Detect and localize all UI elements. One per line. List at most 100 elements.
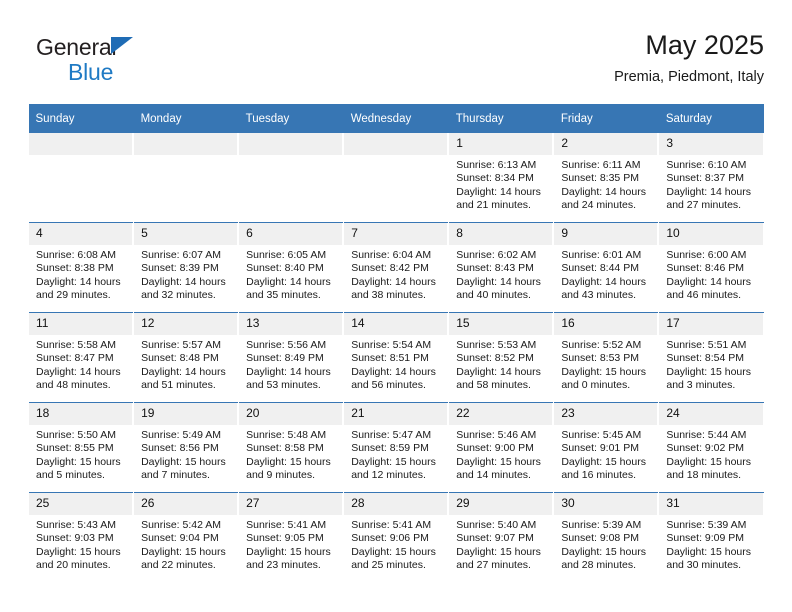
calendar-day-cell[interactable]: 18 Sunrise: 5:50 AM Sunset: 8:55 PM Dayligh… [27,402,134,493]
day-detail-line: Sunrise: 6:02 AM [456,249,537,261]
calendar-day-cell[interactable]: 21 Sunrise: 5:47 AM Sunset: 8:59 PM Dayligh… [343,402,449,493]
calendar-day-cell[interactable]: 4 Sunrise: 6:08 AM Sunset: 8:38 PM Daylight… [27,222,134,313]
calendar-day-cell[interactable]: 7 Sunrise: 6:04 AM Sunset: 8:42 PM Daylight… [343,222,449,313]
day-detail-line: Sunset: 8:37 PM [666,172,745,185]
day-detail-line: Daylight: 14 hours [351,365,436,378]
calendar-day-cell[interactable]: 31 Sunrise: 5:39 AM Sunset: 9:09 PM Dayligh… [658,492,764,582]
day-number: 9 [554,223,659,245]
day-detail-line: and 28 minutes. [561,559,637,572]
calendar-day-cell[interactable]: 22 Sunrise: 5:46 AM Sunset: 9:00 PM Dayligh… [448,402,554,493]
calendar-day-cell[interactable]: 30 Sunrise: 5:39 AM Sunset: 9:08 PM Dayligh… [553,492,659,582]
day-detail-line: Daylight: 15 hours [141,545,226,558]
day-number: 4 [29,223,134,245]
calendar-day-cell[interactable]: 17 Sunrise: 5:51 AM Sunset: 8:54 PM Dayligh… [658,312,764,403]
calendar-day-cell[interactable]: 19 Sunrise: 5:49 AM Sunset: 8:56 PM Dayligh… [133,402,239,493]
calendar-header-row: Sunday Monday Tuesday Wednesday Thursday Frid… [28,104,764,133]
calendar-day-cell[interactable]: 13 Sunrise: 5:56 AM Sunset: 8:49 PM Dayligh… [238,312,344,403]
calendar-day-cell[interactable]: 16 Sunrise: 5:52 AM Sunset: 8:53 PM Dayligh… [553,312,659,403]
day-detail-line: Sunrise: 5:45 AM [561,429,642,441]
calendar-day-cell[interactable]: 3 Sunrise: 6:10 AM Sunset: 8:37 PM Daylight… [658,133,764,223]
calendar-day-cell[interactable]: 2 Sunrise: 6:11 AM Sunset: 8:35 PM Daylight… [553,133,659,223]
day-detail-line: Sunset: 9:06 PM [351,532,429,545]
day-detail-line: Daylight: 14 hours [561,185,646,198]
weekday-header-thursday: Thursday [448,104,554,133]
calendar-day-cell[interactable]: 25 Sunrise: 5:43 AM Sunset: 9:03 PM Dayligh… [27,492,134,582]
day-detail-line: Sunset: 8:55 PM [36,442,114,455]
day-detail-line: Daylight: 15 hours [351,545,436,558]
calendar-day-cell[interactable]: 14 Sunrise: 5:54 AM Sunset: 8:51 PM Dayligh… [343,312,449,403]
day-detail-line: Sunrise: 5:39 AM [561,519,642,531]
day-detail-line: Sunrise: 5:56 AM [246,339,327,351]
day-details: Sunrise: 5:48 AM Sunset: 8:58 PM Daylight:… [239,425,343,483]
day-details: Sunrise: 6:08 AM Sunset: 8:38 PM Daylight:… [29,245,133,303]
day-detail-line: Sunset: 9:02 PM [666,442,745,455]
calendar-day-cell[interactable]: 23 Sunrise: 5:45 AM Sunset: 9:01 PM Dayligh… [553,402,659,493]
calendar-day-cell[interactable]: 9 Sunrise: 6:01 AM Sunset: 8:44 PM Daylight… [553,222,659,313]
day-number [344,133,449,155]
weekday-header-friday: Friday [553,104,659,133]
day-detail-line: Sunrise: 6:08 AM [36,249,116,261]
day-details: Sunrise: 6:11 AM Sunset: 8:35 PM Daylight:… [554,155,658,213]
day-number: 5 [134,223,239,245]
day-number: 12 [134,313,239,335]
day-detail-line: Daylight: 15 hours [141,455,226,468]
calendar-day-cell[interactable]: 6 Sunrise: 6:05 AM Sunset: 8:40 PM Daylight… [238,222,344,313]
title-block: May 2025 Premia, Piedmont, Italy [614,28,764,86]
day-number: 29 [449,493,554,515]
day-details: Sunrise: 5:54 AM Sunset: 8:51 PM Daylight:… [344,335,448,393]
day-detail-line: Sunrise: 5:42 AM [141,519,222,531]
calendar-day-cell[interactable]: 20 Sunrise: 5:48 AM Sunset: 8:58 PM Dayligh… [238,402,344,493]
day-detail-line: Sunrise: 5:40 AM [456,519,537,531]
day-details: Sunrise: 5:41 AM Sunset: 9:05 PM Daylight:… [239,515,343,573]
day-detail-line: Daylight: 14 hours [351,275,436,288]
calendar-day-cell[interactable]: 8 Sunrise: 6:02 AM Sunset: 8:43 PM Daylight… [448,222,554,313]
day-detail-line: Sunset: 8:59 PM [351,442,429,455]
calendar-day-cell[interactable]: 27 Sunrise: 5:41 AM Sunset: 9:05 PM Dayligh… [238,492,344,582]
day-details: Sunrise: 6:02 AM Sunset: 8:43 PM Daylight:… [449,245,553,303]
day-detail-line: and 18 minutes. [666,469,742,482]
general-blue-logo[interactable]: General Blue [36,34,216,92]
day-details: Sunrise: 6:07 AM Sunset: 8:39 PM Daylight:… [134,245,238,303]
calendar-day-cell[interactable]: 10 Sunrise: 6:00 AM Sunset: 8:46 PM Dayligh… [658,222,764,313]
day-detail-line: and 30 minutes. [666,559,742,572]
day-detail-line: Sunrise: 6:00 AM [666,249,747,261]
calendar-day-cell[interactable]: 28 Sunrise: 5:41 AM Sunset: 9:06 PM Dayligh… [343,492,449,582]
day-number: 30 [554,493,659,515]
calendar-day-cell[interactable]: 24 Sunrise: 5:44 AM Sunset: 9:02 PM Dayligh… [658,402,764,493]
calendar-day-cell[interactable]: 12 Sunrise: 5:57 AM Sunset: 8:48 PM Dayligh… [133,312,239,403]
day-detail-line: Sunset: 9:04 PM [141,532,219,545]
day-detail-line: Sunset: 8:48 PM [141,352,219,365]
calendar-day-cell[interactable]: 5 Sunrise: 6:07 AM Sunset: 8:39 PM Daylight… [133,222,239,313]
day-detail-line: Sunrise: 6:11 AM [561,159,641,171]
weekday-header-sunday: Sunday [28,104,134,133]
day-detail-line: Sunrise: 5:49 AM [141,429,222,441]
day-detail-line: Daylight: 15 hours [246,545,331,558]
day-number: 18 [29,403,134,425]
calendar-day-cell[interactable]: 1 Sunrise: 6:13 AM Sunset: 8:34 PM Daylight… [448,133,554,223]
calendar-day-cell-empty [238,133,344,223]
calendar-week-row: 4 Sunrise: 6:08 AM Sunset: 8:38 PM Daylight… [27,222,764,313]
calendar-page: General Blue May 2025 Premia, Piedmont, … [0,0,792,612]
calendar-day-cell-empty [27,133,134,223]
day-number: 11 [29,313,134,335]
day-detail-line: Daylight: 14 hours [456,365,541,378]
calendar-day-cell[interactable]: 11 Sunrise: 5:58 AM Sunset: 8:47 PM Dayligh… [27,312,134,403]
day-detail-line: Daylight: 15 hours [36,545,121,558]
day-detail-line: Sunset: 8:34 PM [456,172,534,185]
day-details: Sunrise: 6:13 AM Sunset: 8:34 PM Daylight:… [449,155,553,213]
day-number: 27 [239,493,344,515]
day-detail-line: Sunrise: 5:41 AM [351,519,432,531]
calendar-day-cell[interactable]: 15 Sunrise: 5:53 AM Sunset: 8:52 PM Dayligh… [448,312,554,403]
day-detail-line: Sunrise: 6:13 AM [456,159,537,171]
day-detail-line: Sunset: 8:44 PM [561,262,639,275]
day-detail-line: and 38 minutes. [351,289,426,302]
day-number: 24 [659,403,764,425]
day-detail-line: Sunrise: 5:47 AM [351,429,432,441]
calendar-day-cell[interactable]: 26 Sunrise: 5:42 AM Sunset: 9:04 PM Dayligh… [133,492,239,582]
day-number: 28 [344,493,449,515]
day-number [239,133,344,155]
day-detail-line: Sunrise: 5:44 AM [666,429,747,441]
day-number: 7 [344,223,449,245]
calendar-day-cell[interactable]: 29 Sunrise: 5:40 AM Sunset: 9:07 PM Dayligh… [448,492,554,582]
day-details [344,155,448,159]
